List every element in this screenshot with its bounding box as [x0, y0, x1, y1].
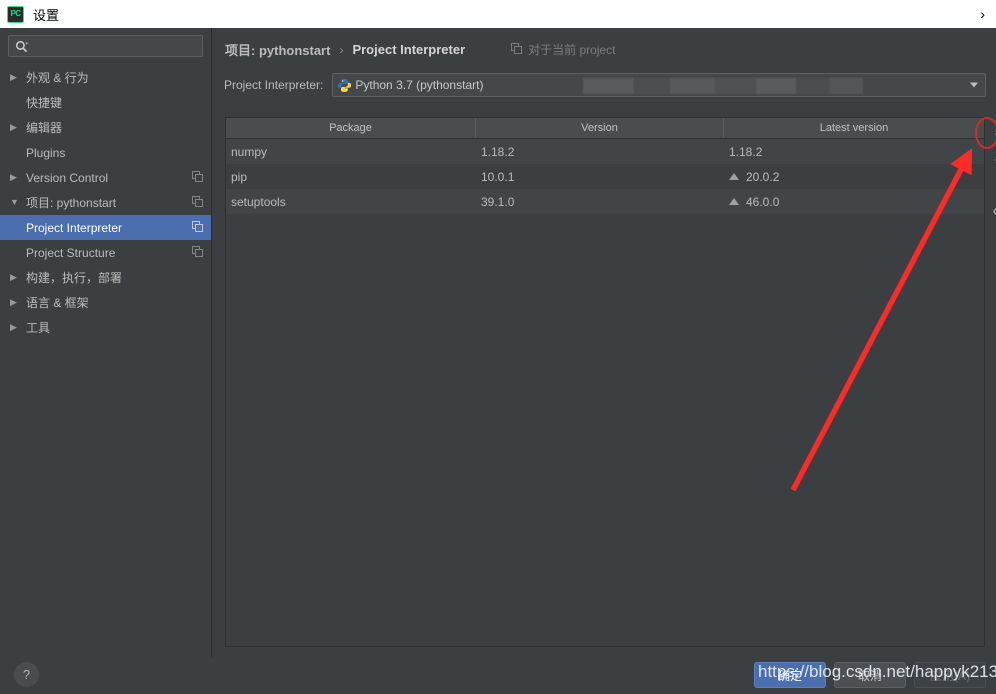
cell-package: setuptools: [231, 194, 286, 209]
twisty-collapsed-icon[interactable]: ▶: [10, 73, 26, 82]
breadcrumb-separator: ›: [339, 42, 344, 57]
interpreter-row: Project Interpreter: Python 3.7 (pythons…: [224, 72, 986, 98]
upgrade-package-button[interactable]: [990, 174, 996, 200]
twisty-collapsed-icon[interactable]: ▶: [10, 273, 26, 282]
copy-icon: [192, 195, 203, 210]
table-header-row: Package Version Latest version: [226, 118, 984, 139]
sidebar-item-label: Version Control: [26, 170, 109, 185]
copy-icon: [192, 245, 203, 260]
redacted-path: [583, 78, 864, 94]
latest-version-text: 1.18.2: [729, 144, 763, 159]
sidebar-item-project-interpreter[interactable]: Project Interpreter: [0, 215, 211, 240]
sidebar-item-label: 外观 & 行为: [26, 71, 89, 85]
sidebar-item-label: Plugins: [26, 145, 66, 160]
show-early-releases-button[interactable]: [990, 200, 996, 226]
sidebar-item-label: 工具: [26, 321, 51, 335]
cell-version: 1.18.2: [481, 144, 515, 159]
settings-tree: ▶ 外观 & 行为 快捷键 ▶ 编辑器 Plugins ▶ Version Co…: [0, 65, 211, 340]
chevron-down-icon[interactable]: [970, 82, 978, 88]
interpreter-dropdown[interactable]: Python 3.7 (pythonstart): [332, 73, 986, 97]
watermark-text: https://blog.csdn.net/happyk213: [758, 662, 996, 681]
sidebar-item-project[interactable]: ▼ 项目: pythonstart: [0, 190, 211, 215]
cell-package: numpy: [231, 144, 268, 159]
pycharm-icon: PC: [7, 5, 24, 23]
sidebar-item-label: 编辑器: [26, 121, 63, 135]
copy-icon: [192, 220, 203, 235]
scope-note: 对于当前 project: [511, 41, 616, 58]
scope-note-label: 对于当前 project: [528, 43, 616, 57]
triangle-up-icon: [729, 198, 739, 205]
breadcrumb: 项目: pythonstart › Project Interpreter 对于…: [225, 40, 616, 59]
chevron-right-icon[interactable]: ›: [980, 6, 990, 22]
package-table: Package Version Latest version numpy 1.1…: [225, 117, 985, 647]
cell-latest-version: 20.0.2: [724, 164, 984, 189]
sidebar-item-build-execution-deployment[interactable]: ▶ 构建，执行，部署: [0, 265, 211, 290]
window-titlebar: PC 设置 ›: [0, 0, 996, 28]
sidebar-item-label: 快捷键: [26, 96, 63, 110]
search-box[interactable]: [8, 35, 203, 57]
breadcrumb-project[interactable]: 项目: pythonstart: [225, 40, 330, 59]
sidebar-item-editor[interactable]: ▶ 编辑器: [0, 115, 211, 140]
twisty-collapsed-icon[interactable]: ▶: [10, 123, 26, 132]
table-row[interactable]: pip 10.0.1 20.0.2: [226, 164, 984, 189]
sidebar-item-appearance[interactable]: ▶ 外观 & 行为: [0, 65, 211, 90]
settings-dialog: ▶ 外观 & 行为 快捷键 ▶ 编辑器 Plugins ▶ Version Co…: [0, 28, 996, 694]
sidebar-item-languages-frameworks[interactable]: ▶ 语言 & 框架: [0, 290, 211, 315]
table-row[interactable]: setuptools 39.1.0 46.0.0: [226, 189, 984, 214]
column-header-version[interactable]: Version: [476, 118, 724, 138]
sidebar-item-tools[interactable]: ▶ 工具: [0, 315, 211, 340]
latest-version-text: 46.0.0: [746, 194, 780, 209]
settings-content: 项目: pythonstart › Project Interpreter 对于…: [213, 28, 996, 657]
twisty-collapsed-icon[interactable]: ▶: [10, 323, 26, 332]
cell-version: 39.1.0: [481, 194, 515, 209]
interpreter-settings-button[interactable]: [992, 72, 996, 96]
cell-latest-version: 46.0.0: [724, 189, 984, 214]
copy-icon: [511, 42, 523, 57]
twisty-collapsed-icon[interactable]: ▶: [10, 298, 26, 307]
cell-package: pip: [231, 169, 248, 184]
sidebar-item-plugins[interactable]: Plugins: [0, 140, 211, 165]
column-header-latest-version[interactable]: Latest version: [724, 118, 984, 138]
triangle-up-icon: [729, 173, 739, 180]
page-title: Project Interpreter: [352, 42, 466, 57]
package-toolbar: [987, 117, 996, 647]
sidebar-item-project-structure[interactable]: Project Structure: [0, 240, 211, 265]
python-icon: [337, 78, 352, 93]
sidebar-search-wrapper: [0, 28, 211, 57]
sidebar-item-label: Project Structure: [26, 245, 116, 260]
search-input[interactable]: [32, 37, 196, 55]
twisty-collapsed-icon[interactable]: ▶: [10, 173, 26, 182]
column-header-package[interactable]: Package: [226, 118, 476, 138]
sidebar-item-keymap[interactable]: 快捷键: [0, 90, 211, 115]
interpreter-value: Python 3.7 (pythonstart): [355, 78, 484, 92]
sidebar-item-label: 构建，执行，部署: [26, 271, 123, 285]
add-package-button[interactable]: [990, 122, 996, 148]
sidebar-item-version-control[interactable]: ▶ Version Control: [0, 165, 211, 190]
settings-sidebar: ▶ 外观 & 行为 快捷键 ▶ 编辑器 Plugins ▶ Version Co…: [0, 28, 212, 657]
help-button[interactable]: ?: [14, 662, 39, 687]
cell-latest-version: 1.18.2: [724, 139, 984, 164]
sidebar-item-label: 语言 & 框架: [26, 296, 89, 310]
remove-package-button[interactable]: [990, 148, 996, 174]
latest-version-text: 20.0.2: [746, 169, 780, 184]
sidebar-item-label: Project Interpreter: [26, 220, 123, 235]
search-icon: [15, 40, 28, 53]
twisty-expanded-icon[interactable]: ▼: [10, 198, 26, 207]
sidebar-item-label: 项目: pythonstart: [26, 196, 117, 210]
interpreter-label: Project Interpreter:: [224, 78, 324, 92]
table-row[interactable]: numpy 1.18.2 1.18.2: [226, 139, 984, 164]
copy-icon: [192, 170, 203, 185]
window-title: 设置: [33, 7, 60, 23]
cell-version: 10.0.1: [481, 169, 515, 184]
